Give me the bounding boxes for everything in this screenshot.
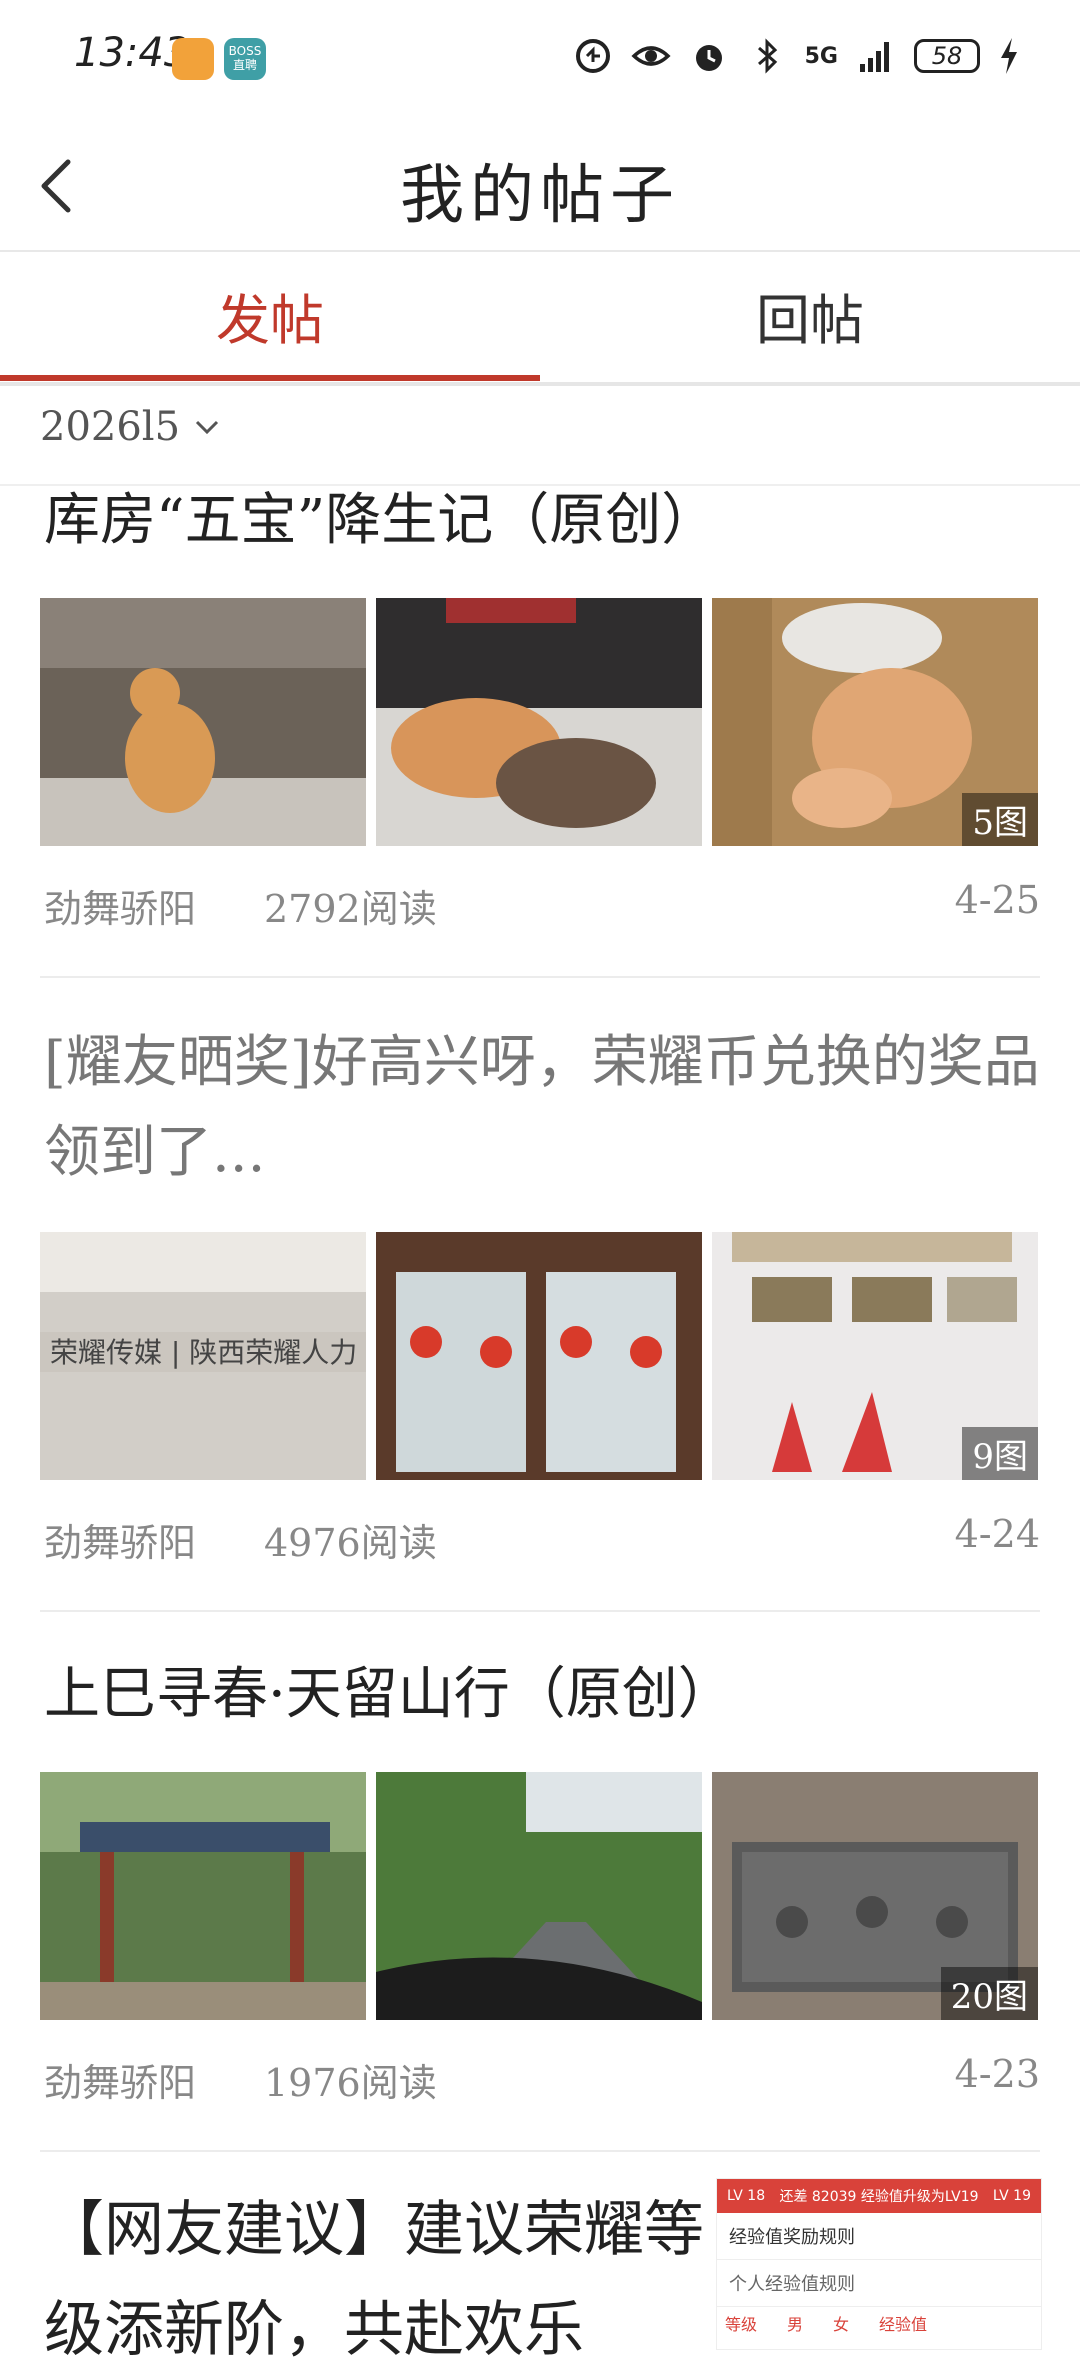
tab-replies[interactable]: 回帖	[540, 252, 1080, 378]
bluetooth-icon	[757, 38, 777, 74]
post-meta: 劲舞骄阳 4976阅读 4-24	[44, 1512, 1040, 1567]
level-progress-text: 还差 82039 经验值升级为LV19	[779, 2189, 979, 2205]
post-image-company-sign[interactable]: 荣耀传媒 | 陕西荣耀人力	[40, 1232, 366, 1480]
post-title[interactable]: 【网友建议】建议荣耀等级添新阶，共赴欢乐	[44, 2180, 704, 2380]
post-title[interactable]: [耀友晒奖]好高兴呀，荣耀币兑换的奖品领到了...	[44, 1018, 1044, 1198]
data-saver-icon	[575, 39, 610, 73]
signal-icon	[860, 42, 889, 72]
active-tab-indicator	[0, 375, 540, 381]
post-date: 4-24	[954, 1512, 1040, 1556]
date-filter[interactable]: 2026l5	[40, 404, 222, 450]
col-level: 等级	[725, 2315, 758, 2334]
post-image-cats-on-chair[interactable]	[376, 598, 702, 846]
app-notification-icon	[172, 38, 214, 80]
post-read-count: 1976阅读	[264, 2061, 437, 2105]
post-image-kittens-in-box[interactable]: 5图	[712, 598, 1038, 846]
post-divider	[40, 2150, 1040, 2152]
post-image-temple-gate[interactable]	[40, 1772, 366, 2020]
date-filter-label: 2026l5	[40, 404, 181, 450]
status-bar: 13:43 BOSS 直聘 5G 58	[0, 0, 1080, 120]
post-image-level-rules[interactable]: LV 18 还差 82039 经验值升级为LV19 LV 19 经验值奖励规则 …	[716, 2178, 1042, 2350]
image-count-badge: 5图	[962, 793, 1038, 846]
post-title[interactable]: 上巳寻春·天留山行（原创）	[44, 1650, 1044, 1740]
top-app-bar: 我的帖子	[0, 120, 1080, 252]
svg-text:荣耀传媒 | 陕西荣耀人力: 荣耀传媒 | 陕西荣耀人力	[50, 1336, 357, 1369]
col-exp: 经验值	[879, 2315, 928, 2334]
chevron-down-icon	[195, 420, 219, 435]
post-date: 4-23	[954, 2052, 1040, 2096]
post-author: 劲舞骄阳	[44, 887, 197, 931]
network-type: 5G	[804, 43, 838, 69]
post-title[interactable]: 库房“五宝”降生记（原创）	[44, 476, 1044, 566]
col-female: 女	[833, 2315, 850, 2334]
post-meta: 劲舞骄阳 1976阅读 4-23	[44, 2052, 1040, 2107]
post-image-mountain-road[interactable]	[376, 1772, 702, 2020]
battery-indicator: 58	[914, 39, 980, 73]
post-image-row[interactable]: 荣耀传媒 | 陕西荣耀人力 9图	[40, 1232, 1038, 1480]
post-author: 劲舞骄阳	[44, 1521, 197, 1565]
tab-posts[interactable]: 发帖	[0, 252, 540, 378]
charging-icon	[1001, 38, 1017, 74]
level-progress-bar: LV 18 还差 82039 经验值升级为LV19 LV 19	[717, 2179, 1041, 2213]
level-next: LV 19	[992, 2188, 1031, 2204]
post-image-stone-relief[interactable]: 20图	[712, 1772, 1038, 2020]
image-count-badge: 20图	[940, 1967, 1038, 2020]
level-current: LV 18	[727, 2188, 766, 2204]
system-icons: 5G 58	[573, 36, 1020, 76]
post-image-row[interactable]: 20图	[40, 1772, 1038, 2020]
level-table-header: 等级 男 女 经验值	[717, 2307, 1041, 2339]
boss-app-icon: BOSS 直聘	[224, 38, 266, 80]
post-meta: 劲舞骄阳 2792阅读 4-25	[44, 878, 1040, 933]
post-image-glass-doors[interactable]	[376, 1232, 702, 1480]
image-count-badge: 9图	[962, 1427, 1038, 1480]
post-image-row[interactable]: 5图	[40, 598, 1038, 846]
post-image-award-wall[interactable]: 9图	[712, 1232, 1038, 1480]
post-divider	[40, 976, 1040, 978]
eye-icon	[631, 46, 671, 66]
post-read-count: 4976阅读	[264, 1521, 437, 1565]
exp-reward-rules: 经验值奖励规则	[717, 2213, 1041, 2260]
post-divider	[40, 1610, 1040, 1612]
alarm-icon	[695, 45, 722, 71]
tab-bar: 发帖 回帖	[0, 252, 1080, 386]
personal-exp-rules: 个人经验值规则	[717, 2260, 1041, 2307]
post-image-cat-on-table[interactable]	[40, 598, 366, 846]
post-author: 劲舞骄阳	[44, 2061, 197, 2105]
post-date: 4-25	[954, 878, 1040, 922]
page-title: 我的帖子	[400, 159, 680, 233]
col-male: 男	[787, 2315, 804, 2334]
post-read-count: 2792阅读	[264, 887, 437, 931]
